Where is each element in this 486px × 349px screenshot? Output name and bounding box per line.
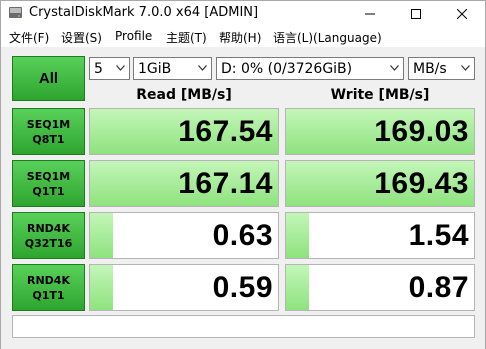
write-result-value: 169.43 (374, 167, 469, 200)
title-bar: CrystalDiskMark 7.0.0 x64 [ADMIN] (1, 1, 485, 26)
write-result-bar (286, 265, 309, 310)
minimize-button[interactable] (347, 1, 393, 26)
chevron-down-icon (116, 65, 125, 71)
write-result-cell: 1.54 (285, 212, 475, 259)
menu-bar: 文件(F) 设置(S) Profile 主题(T) 帮助(H) 语言(L)(La… (1, 26, 485, 47)
write-result-cell: 169.03 (285, 108, 475, 155)
main-panel: All 5 1GiB D: 0% (0/3726GiB) MB/s Read [… (1, 47, 485, 349)
read-result-value: 0.63 (212, 219, 273, 252)
app-disk-icon (9, 7, 22, 18)
write-result-cell: 0.87 (285, 264, 475, 311)
read-result-cell: 0.59 (89, 264, 279, 311)
test-label-line1: SEQ1M (26, 169, 71, 183)
menu-theme[interactable]: 主题(T) (166, 29, 207, 46)
test-label-line2: Q1T1 (32, 288, 65, 302)
size-value: 1GiB (138, 60, 172, 77)
drive-value: D: 0% (0/3726GiB) (221, 60, 353, 77)
test-button-rnd4k-q1t1[interactable]: RND4K Q1T1 (12, 264, 85, 311)
read-result-bar (90, 213, 113, 258)
maximize-button[interactable] (393, 1, 439, 26)
drive-select[interactable]: D: 0% (0/3726GiB) (216, 57, 404, 80)
read-result-cell: 0.63 (89, 212, 279, 259)
test-label-line1: SEQ1M (26, 117, 71, 131)
test-label-line1: RND4K (27, 221, 70, 235)
write-result-value: 169.03 (374, 115, 469, 148)
close-icon (457, 8, 467, 19)
test-button-seq1m-q8t1[interactable]: SEQ1M Q8T1 (12, 108, 85, 155)
test-button-seq1m-q1t1[interactable]: SEQ1M Q1T1 (12, 160, 85, 207)
read-result-value: 0.59 (212, 271, 273, 304)
all-button[interactable]: All (12, 56, 85, 101)
write-result-bar (286, 213, 309, 258)
window-title: CrystalDiskMark 7.0.0 x64 [ADMIN] (29, 5, 259, 20)
unit-select[interactable]: MB/s (408, 57, 475, 80)
minimize-icon (365, 13, 375, 14)
test-label-line2: Q32T16 (24, 236, 73, 250)
write-result-value: 1.54 (408, 219, 469, 252)
app-window: CrystalDiskMark 7.0.0 x64 [ADMIN] 文件(F) … (0, 0, 486, 349)
read-header: Read [MB/s] (136, 87, 232, 103)
test-button-rnd4k-q32t16[interactable]: RND4K Q32T16 (12, 212, 85, 259)
chevron-down-icon (461, 65, 470, 71)
unit-value: MB/s (413, 60, 447, 77)
read-result-value: 167.14 (178, 167, 273, 200)
write-result-cell: 169.43 (285, 160, 475, 207)
test-label-line2: Q1T1 (32, 184, 65, 198)
read-result-cell: 167.14 (89, 160, 279, 207)
comment-field[interactable] (12, 315, 475, 338)
menu-file[interactable]: 文件(F) (9, 29, 49, 46)
count-value: 5 (94, 60, 103, 77)
count-select[interactable]: 5 (89, 57, 130, 80)
read-result-value: 167.54 (178, 115, 273, 148)
write-header: Write [MB/s] (330, 87, 430, 103)
read-result-cell: 167.54 (89, 108, 279, 155)
menu-profile[interactable]: Profile (115, 29, 152, 43)
menu-help[interactable]: 帮助(H) (219, 29, 261, 46)
maximize-icon (411, 8, 421, 19)
size-select[interactable]: 1GiB (133, 57, 212, 80)
chevron-down-icon (198, 65, 207, 71)
test-label-line1: RND4K (27, 273, 70, 287)
menu-settings[interactable]: 设置(S) (61, 29, 102, 46)
read-result-bar (90, 265, 113, 310)
write-result-value: 0.87 (408, 271, 469, 304)
chevron-down-icon (390, 65, 399, 71)
close-button[interactable] (439, 1, 485, 26)
menu-language[interactable]: 语言(L)(Language) (273, 29, 382, 46)
test-label-line2: Q8T1 (32, 132, 65, 146)
